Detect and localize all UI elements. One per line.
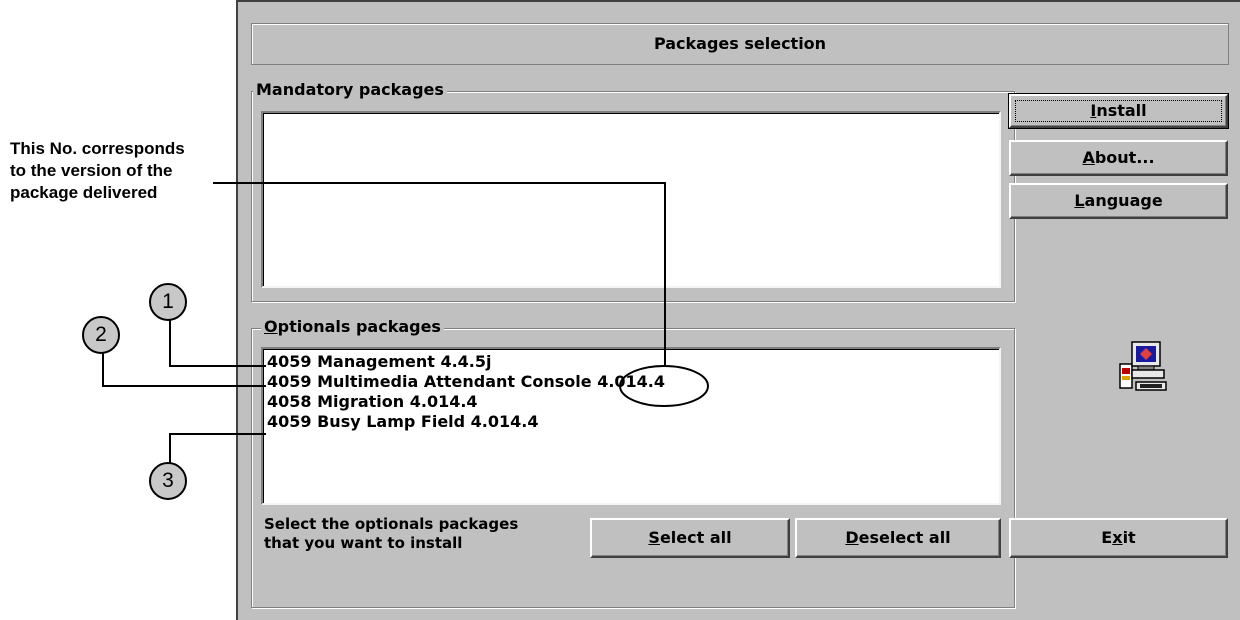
callout-1-line bbox=[169, 318, 266, 367]
callout-2: 2 bbox=[82, 316, 120, 354]
version-highlight-ellipse bbox=[619, 365, 709, 407]
callout-3: 3 bbox=[149, 462, 187, 500]
callout-2-line bbox=[102, 349, 266, 387]
callout-3-line bbox=[169, 433, 266, 463]
callout-1: 1 bbox=[149, 283, 187, 321]
callout-lines bbox=[102, 182, 709, 463]
annotation-leader-line bbox=[213, 182, 666, 366]
